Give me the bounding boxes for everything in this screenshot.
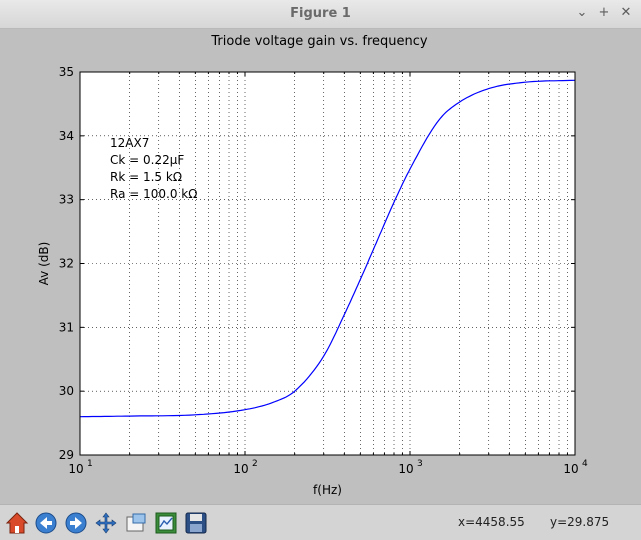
maximize-button[interactable]: + bbox=[596, 5, 612, 21]
annotation-line: Rk = 1.5 kΩ bbox=[110, 170, 182, 184]
window-title: Figure 1 bbox=[290, 6, 351, 21]
back-button[interactable] bbox=[32, 509, 60, 537]
y-tick-labels: 29 30 31 32 33 34 35 bbox=[59, 65, 74, 462]
save-button[interactable] bbox=[182, 509, 210, 537]
x-tick-label: 10 bbox=[398, 462, 413, 476]
annotation-line: 12AX7 bbox=[110, 136, 149, 150]
home-button[interactable] bbox=[3, 509, 31, 537]
zoom-button[interactable] bbox=[122, 509, 150, 537]
x-tick-exponent: 3 bbox=[417, 459, 423, 469]
y-tick-label: 35 bbox=[59, 65, 74, 79]
chart[interactable]: Triode voltage gain vs. frequency f(Hz) … bbox=[0, 29, 641, 504]
y-tick-label: 31 bbox=[59, 320, 74, 334]
y-tick-label: 33 bbox=[59, 193, 74, 207]
y-axis-label: Av (dB) bbox=[37, 242, 51, 286]
y-tick-label: 30 bbox=[59, 384, 74, 398]
y-tick-label: 32 bbox=[59, 257, 74, 271]
y-tick-label: 29 bbox=[59, 448, 74, 462]
x-tick-label: 10 bbox=[68, 462, 83, 476]
x-tick-label: 10 bbox=[233, 462, 248, 476]
pan-button[interactable] bbox=[92, 509, 120, 537]
y-coordinate-readout: y=29.875 bbox=[550, 515, 610, 529]
x-tick-exponent: 1 bbox=[87, 459, 93, 469]
annotation-line: Ra = 100.0 kΩ bbox=[110, 187, 197, 201]
navigation-toolbar: x=4458.55 y=29.875 bbox=[0, 504, 641, 540]
forward-icon bbox=[65, 512, 87, 534]
home-icon bbox=[5, 512, 29, 534]
zoom-icon bbox=[126, 513, 146, 532]
subplots-button[interactable] bbox=[152, 509, 180, 537]
x-tick-label: 10 bbox=[563, 462, 578, 476]
x-tick-exponent: 2 bbox=[252, 459, 258, 469]
x-axis-label: f(Hz) bbox=[313, 483, 342, 497]
minimize-button[interactable]: ⌄ bbox=[574, 5, 590, 21]
back-icon bbox=[35, 512, 57, 534]
forward-button[interactable] bbox=[62, 509, 90, 537]
x-coordinate-readout: x=4458.55 bbox=[458, 515, 525, 529]
annotation-line: Ck = 0.22μF bbox=[110, 153, 184, 167]
subplots-icon bbox=[155, 512, 177, 534]
y-tick-label: 34 bbox=[59, 129, 74, 143]
close-button[interactable]: ✕ bbox=[618, 5, 634, 21]
x-tick-labels: 10 1 10 2 10 3 10 4 bbox=[68, 459, 588, 476]
chart-title: Triode voltage gain vs. frequency bbox=[210, 34, 427, 49]
x-tick-exponent: 4 bbox=[582, 459, 588, 469]
window-titlebar: Figure 1 ⌄ + ✕ bbox=[0, 0, 641, 29]
save-icon bbox=[185, 512, 207, 534]
pan-icon bbox=[95, 512, 117, 534]
